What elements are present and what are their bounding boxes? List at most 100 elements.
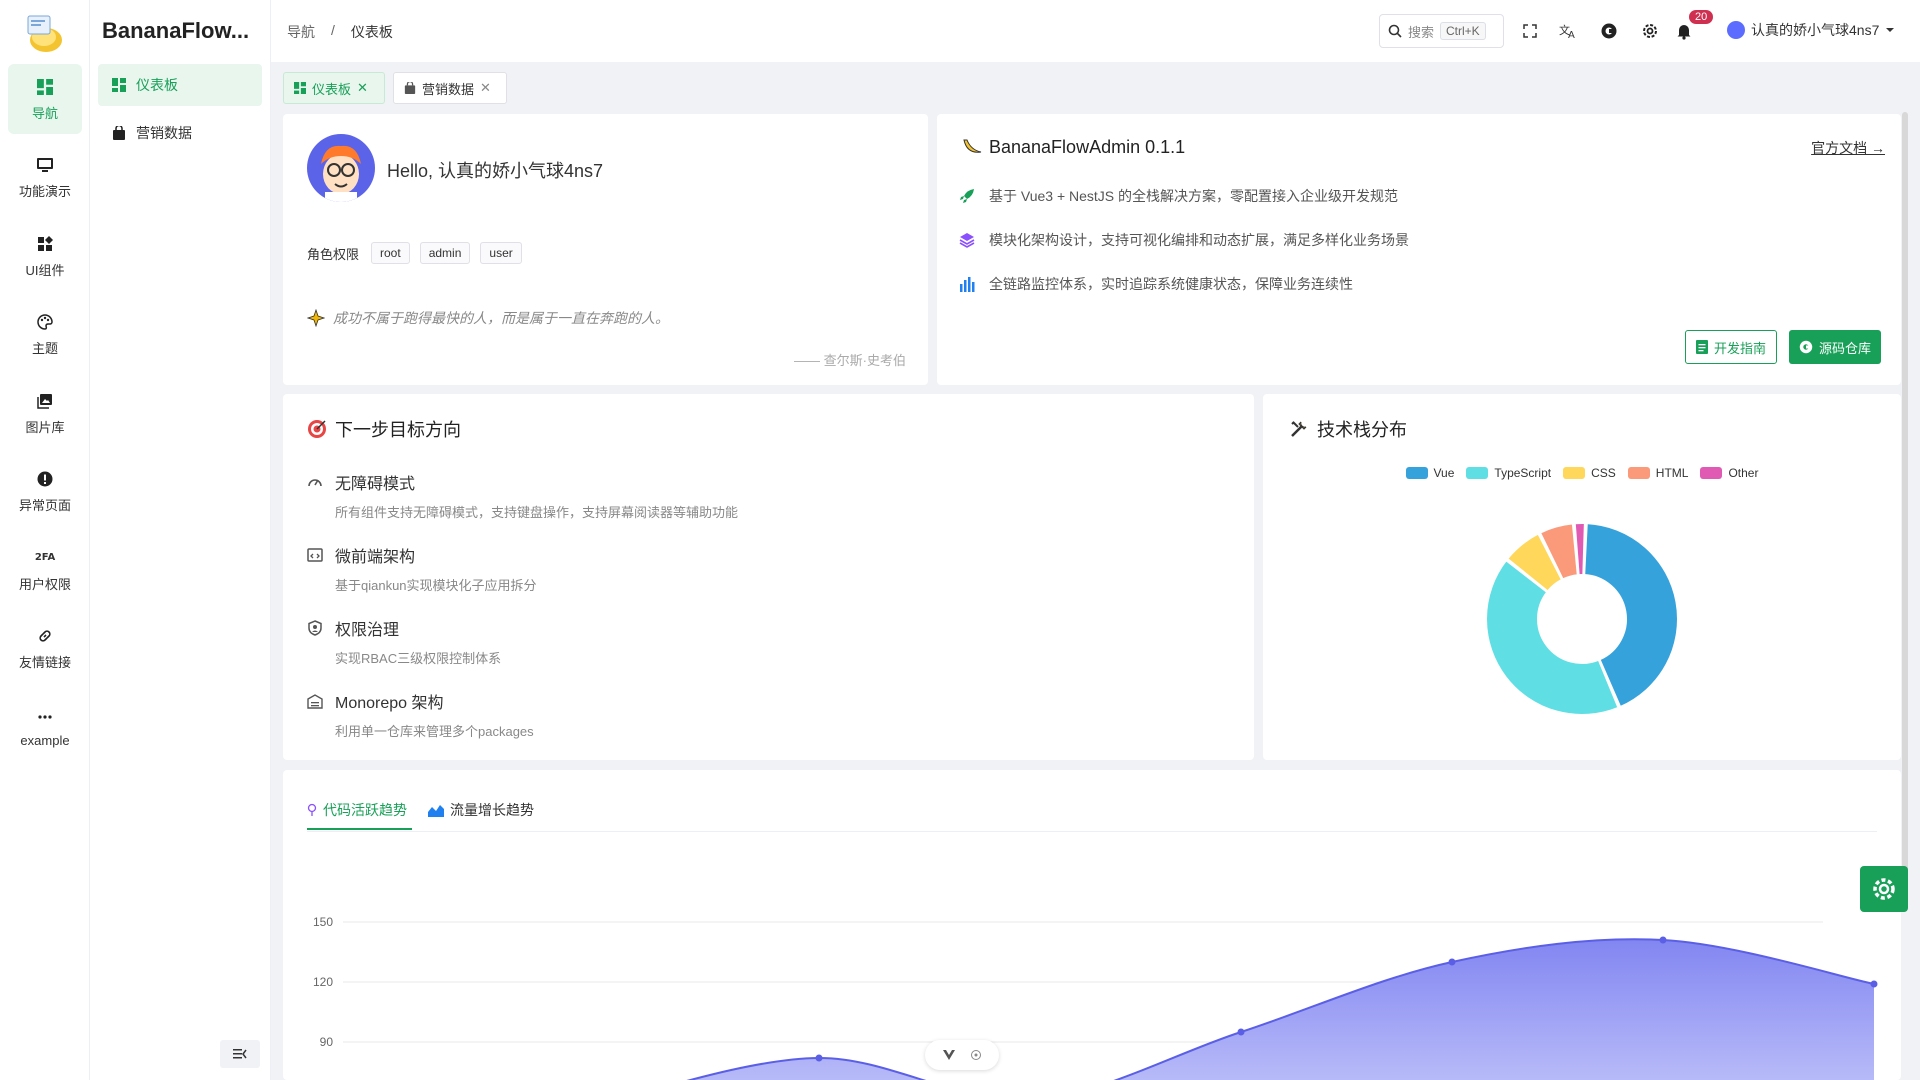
target-icon[interactable] (970, 1049, 982, 1061)
github-icon (1799, 340, 1813, 354)
app-logo (22, 12, 66, 56)
search-label: 搜索 (1408, 24, 1435, 40)
dashboard-icon (294, 82, 306, 94)
settings-fab-button[interactable] (1860, 866, 1908, 912)
breadcrumb-current: 仪表板 (350, 24, 393, 40)
collapse-icon (233, 1049, 247, 1059)
tab-traffic-growth[interactable]: 流量增长趋势 (428, 800, 534, 820)
rail-item-label: 异常页面 (18, 498, 71, 513)
tab-label: 营销数据 (422, 81, 475, 97)
submenu-item-dashboard[interactable]: 仪表板 (98, 64, 262, 106)
data-point[interactable] (1659, 936, 1667, 944)
y-tick-label: 150 (313, 915, 333, 929)
rail-item-label: example (20, 732, 70, 748)
tab-marketing[interactable]: 营销数据 ✕ (393, 72, 507, 104)
rail-item-4[interactable]: 图片库 (8, 378, 82, 448)
tab-code-activity[interactable]: 代码活跃趋势 (307, 800, 407, 820)
rail-item-label: 友情链接 (18, 655, 71, 670)
rail-item-7[interactable]: 友情链接 (8, 614, 82, 684)
goal-title: 权限治理 (335, 622, 400, 639)
more-icon (35, 707, 55, 727)
rail-item-6[interactable]: 2FA 用户权限 (8, 535, 82, 605)
avatar (307, 134, 375, 202)
bag-icon (112, 126, 126, 140)
roles-label: 角色权限 (307, 246, 360, 262)
tools-icon (1291, 421, 1307, 437)
feature-text: 全链路监控体系，实时追踪系统健康状态，保障业务连续性 (989, 276, 1353, 292)
dashboard-icon (112, 78, 126, 92)
tab-label: 仪表板 (312, 81, 352, 97)
data-point[interactable] (1448, 958, 1456, 966)
y-tick-label: 90 (320, 1035, 334, 1049)
legend-swatch (1700, 467, 1723, 479)
quote-text: 成功不属于跑得最快的人，而是属于一直在奔跑的人。 (333, 310, 669, 326)
legend-item[interactable]: TypeScript (1466, 466, 1551, 480)
breadcrumb-root[interactable]: 导航 (287, 22, 315, 42)
data-point[interactable] (1237, 1028, 1245, 1036)
close-icon[interactable]: ✕ (480, 80, 491, 96)
widgets-icon (35, 234, 55, 254)
submenu-item-label: 仪表板 (136, 77, 178, 93)
translate-icon[interactable]: 文A (1557, 20, 1579, 42)
legend-label: Other (1728, 466, 1759, 480)
docs-link[interactable]: 官方文档 → (1811, 138, 1885, 158)
data-point[interactable] (815, 1054, 823, 1062)
user-menu[interactable]: 认真的娇小气球4ns7 (1727, 20, 1895, 40)
rail-item-2[interactable]: UI组件 (8, 221, 82, 291)
rail-item-1[interactable]: 功能演示 (8, 143, 82, 213)
submenu-item-marketing[interactable]: 营销数据 (98, 112, 262, 154)
layers-icon (959, 233, 975, 248)
legend-item[interactable]: CSS (1563, 466, 1616, 480)
quote-row: 成功不属于跑得最快的人，而是属于一直在奔跑的人。 (307, 308, 669, 328)
collapse-sidebar-button[interactable] (220, 1040, 260, 1068)
goal-desc: 利用单一仓库来管理多个packages (335, 724, 534, 739)
fullscreen-icon[interactable] (1519, 20, 1541, 42)
tech-donut-chart (1485, 522, 1679, 716)
welcome-card: Hello, 认真的娇小气球4ns7 角色权限 root admin user 成功… (283, 114, 928, 385)
user-name: 认真的娇小气球4ns7 (1751, 22, 1880, 38)
scrollbar[interactable] (1902, 112, 1908, 872)
legend-swatch (1563, 467, 1586, 479)
goals-title-row: 下一步目标方向 (307, 416, 461, 442)
goals-card: 下一步目标方向 无障碍模式 所有组件支持无障碍模式，支持键盘操作，支持屏幕阅读器等… (283, 394, 1254, 760)
dashboard-icon (35, 77, 55, 97)
vue-icon[interactable] (942, 1050, 955, 1060)
rail-item-8[interactable]: example (8, 692, 82, 762)
roles-row: 角色权限 root admin user (307, 242, 532, 264)
goals-title: 下一步目标方向 (335, 420, 461, 440)
feature-row: 基于 Vue3 + NestJS 的全栈解决方案，零配置接入企业级开发规范 (959, 186, 1398, 206)
settings-gear-icon[interactable] (1639, 20, 1661, 42)
chevron-down-icon (1886, 28, 1895, 32)
search-button[interactable]: 搜索 Ctrl+K (1379, 14, 1504, 48)
greeting: Hello, 认真的娇小气球4ns7 (387, 161, 604, 181)
rail-item-0[interactable]: 导航 (8, 64, 82, 134)
legend-item[interactable]: HTML (1627, 466, 1688, 480)
repo-button[interactable]: 源码仓库 (1789, 330, 1882, 364)
feature-text: 基于 Vue3 + NestJS 的全栈解决方案，零配置接入企业级开发规范 (989, 188, 1399, 204)
rail-item-3[interactable]: 主题 (8, 300, 82, 370)
warehouse-icon (307, 694, 323, 709)
y-tick-label: 120 (313, 975, 333, 989)
role-tag: user (480, 242, 522, 264)
github-icon[interactable] (1598, 20, 1620, 42)
2fa-icon: 2FA (34, 552, 56, 563)
search-shortcut: Ctrl+K (1440, 22, 1486, 40)
code-window-icon (307, 548, 323, 562)
rail-item-5[interactable]: 异常页面 (8, 457, 82, 527)
dev-guide-button[interactable]: 开发指南 (1685, 330, 1778, 364)
tab-dashboard[interactable]: 仪表板 ✕ (283, 72, 385, 104)
dev-guide-label: 开发指南 (1714, 340, 1767, 356)
goal-title: Monorepo 架构 (335, 695, 444, 712)
data-point[interactable] (1870, 980, 1878, 988)
feature-text: 模块化架构设计，支持可视化编排和动态扩展，满足多样化业务场景 (989, 232, 1409, 248)
role-tag: root (371, 242, 410, 264)
legend-label: Vue (1433, 466, 1455, 480)
rail-item-label: 主题 (31, 341, 58, 356)
close-icon[interactable]: ✕ (357, 80, 368, 96)
legend-item[interactable]: Vue (1405, 466, 1455, 480)
shield-user-icon (308, 620, 322, 636)
submenu-panel: BananaFlow... 仪表板 营销数据 (90, 0, 271, 1080)
bell-icon[interactable] (1673, 20, 1695, 42)
goal-desc: 所有组件支持无障碍模式，支持键盘操作，支持屏幕阅读器等辅助功能 (335, 505, 739, 520)
legend-item[interactable]: Other (1700, 466, 1758, 480)
